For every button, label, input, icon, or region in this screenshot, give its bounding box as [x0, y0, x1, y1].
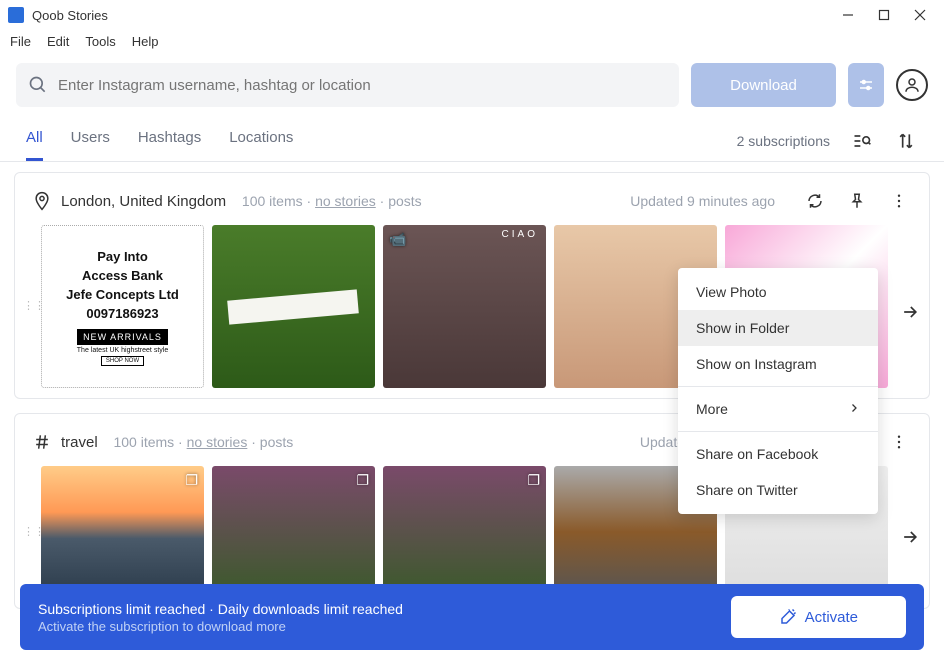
activate-button[interactable]: Activate	[731, 596, 906, 638]
hashtag-icon	[31, 431, 53, 453]
app-icon	[8, 7, 24, 23]
section-title[interactable]: travel	[61, 434, 98, 451]
user-icon	[903, 76, 921, 94]
window-controls	[840, 7, 928, 23]
subscriptions-count: 2 subscriptions	[737, 133, 830, 149]
video-icon: 📹	[389, 231, 406, 248]
maximize-button[interactable]	[876, 7, 892, 23]
titlebar: Qoob Stories	[0, 0, 944, 30]
menu-help[interactable]: Help	[132, 34, 159, 49]
download-button[interactable]: Download	[691, 63, 836, 107]
no-stories-link[interactable]: no stories	[315, 193, 376, 209]
more-icon[interactable]	[885, 187, 913, 215]
context-menu: View Photo Show in Folder Show on Instag…	[678, 268, 878, 514]
thumbnail[interactable]: ❐	[383, 466, 546, 598]
filter-button[interactable]	[848, 63, 884, 107]
tab-locations[interactable]: Locations	[229, 129, 293, 161]
next-arrow-icon[interactable]	[895, 302, 925, 322]
refresh-icon[interactable]	[801, 187, 829, 215]
thumbnail[interactable]: 📹 CIAO	[383, 225, 546, 388]
menubar: File Edit Tools Help	[0, 30, 944, 57]
tabs-row: All Users Hashtags Locations 2 subscript…	[0, 117, 944, 162]
minimize-button[interactable]	[840, 7, 856, 23]
menu-share-facebook[interactable]: Share on Facebook	[678, 436, 878, 472]
more-icon[interactable]	[885, 428, 913, 456]
section-header: London, United Kingdom 100 items · no st…	[15, 173, 929, 225]
menu-show-on-instagram[interactable]: Show on Instagram	[678, 346, 878, 382]
tabs: All Users Hashtags Locations	[26, 129, 737, 161]
updated-text: Updated 9 minutes ago	[630, 193, 775, 209]
tabs-right: 2 subscriptions	[737, 129, 918, 153]
search-icon	[28, 75, 48, 95]
tab-hashtags[interactable]: Hashtags	[138, 129, 201, 161]
menu-view-photo[interactable]: View Photo	[678, 274, 878, 310]
magic-icon	[779, 608, 797, 626]
close-button[interactable]	[912, 7, 928, 23]
menu-file[interactable]: File	[10, 34, 31, 49]
multi-image-icon: ❐	[185, 472, 198, 489]
tab-users[interactable]: Users	[71, 129, 110, 161]
menu-more[interactable]: More	[678, 391, 878, 427]
drag-handle-icon[interactable]: ⋮⋮	[23, 304, 33, 309]
no-stories-link[interactable]: no stories	[187, 434, 248, 450]
limit-banner: Subscriptions limit reached · Daily down…	[20, 584, 924, 650]
multi-image-icon: ❐	[527, 472, 540, 489]
sliders-icon	[857, 76, 875, 94]
next-arrow-icon[interactable]	[895, 527, 925, 547]
section-meta: 100 items · no stories · posts	[106, 434, 294, 450]
search-input[interactable]	[58, 77, 667, 94]
multi-image-icon: ❐	[356, 472, 369, 489]
menu-edit[interactable]: Edit	[47, 34, 69, 49]
section-title[interactable]: London, United Kingdom	[61, 193, 226, 210]
banner-line1: Subscriptions limit reached · Daily down…	[38, 601, 731, 617]
sort-icon[interactable]	[894, 129, 918, 153]
search-box[interactable]	[16, 63, 679, 107]
menu-tools[interactable]: Tools	[85, 34, 115, 49]
drag-handle-icon[interactable]: ⋮⋮	[23, 530, 33, 535]
section-meta: 100 items · no stories · posts	[234, 193, 422, 209]
thumbnail[interactable]: ❐	[212, 466, 375, 598]
banner-message: Subscriptions limit reached · Daily down…	[38, 601, 731, 634]
menu-share-twitter[interactable]: Share on Twitter	[678, 472, 878, 508]
window-title: Qoob Stories	[32, 8, 840, 23]
menu-show-in-folder[interactable]: Show in Folder	[678, 310, 878, 346]
profile-button[interactable]	[896, 69, 928, 101]
thumbnail[interactable]: Pay Into Access Bank Jefe Concepts Ltd 0…	[41, 225, 204, 388]
banner-line2: Activate the subscription to download mo…	[38, 619, 731, 634]
tab-all[interactable]: All	[26, 129, 43, 161]
menu-separator	[678, 431, 878, 432]
search-row: Download	[0, 57, 944, 117]
pin-icon[interactable]	[843, 187, 871, 215]
thumbnail[interactable]	[212, 225, 375, 388]
chevron-right-icon	[848, 401, 860, 417]
thumbnail[interactable]: ❐	[41, 466, 204, 598]
menu-separator	[678, 386, 878, 387]
search-list-icon[interactable]	[850, 129, 874, 153]
location-pin-icon	[31, 190, 53, 212]
